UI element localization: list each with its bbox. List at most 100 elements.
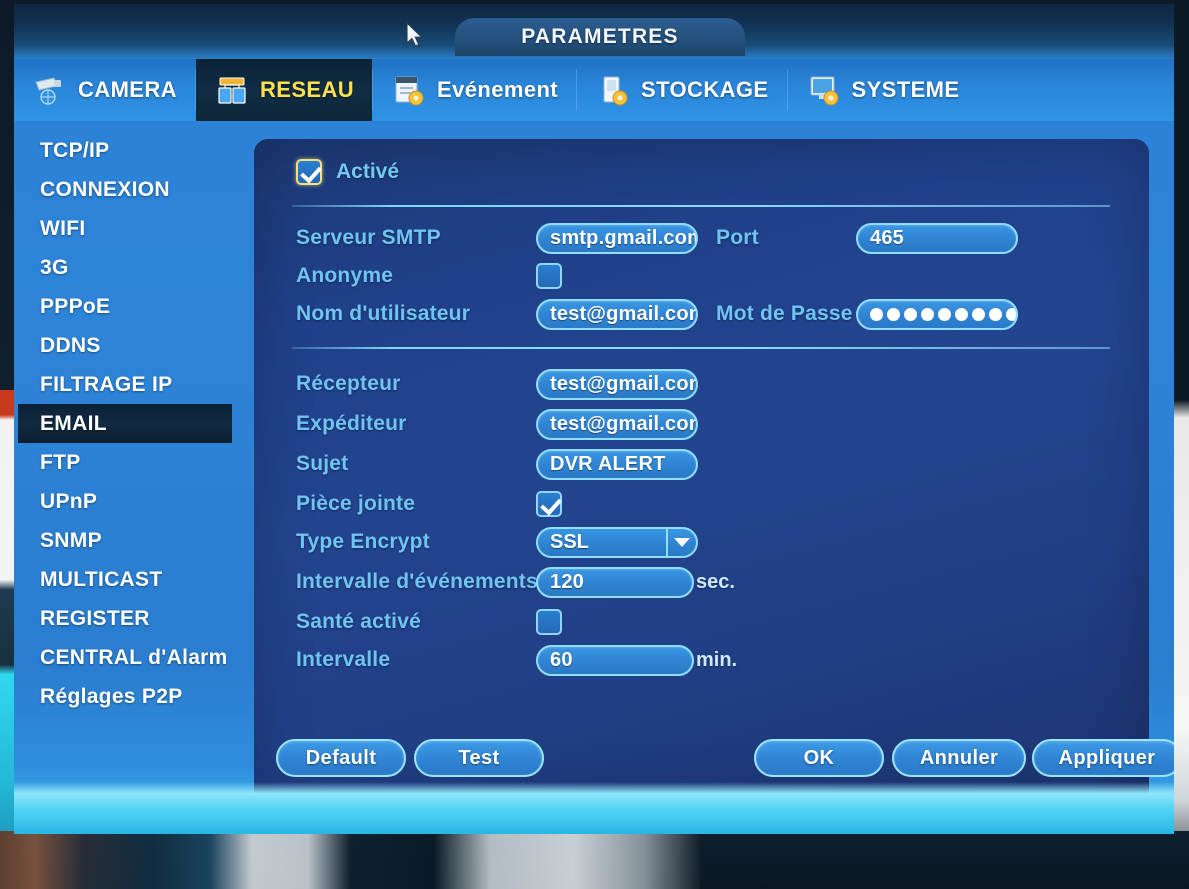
sidebar-item-label: SNMP (40, 528, 102, 552)
username-label: Nom d'utilisateur (296, 302, 471, 325)
apply-button-label: Appliquer (1058, 746, 1156, 769)
sidebar-item-ftp[interactable]: FTP (18, 443, 236, 482)
tab-camera[interactable]: CAMERA (14, 59, 195, 121)
apply-button[interactable]: Appliquer (1032, 739, 1174, 777)
event-interval-input[interactable]: 120 (536, 566, 694, 598)
page-title: PARAMETRES (455, 18, 745, 56)
sidebar-item-snmp[interactable]: SNMP (18, 521, 236, 560)
interval-input[interactable]: 60 (536, 644, 694, 676)
cancel-button[interactable]: Annuler (892, 739, 1026, 777)
receiver-input[interactable]: test@gmail.com (536, 368, 698, 400)
interval-value: 60 (550, 648, 573, 671)
subject-input[interactable]: DVR ALERT (536, 448, 698, 480)
health-enabled-row: Santé activé (296, 605, 562, 639)
test-button[interactable]: Test (414, 739, 544, 777)
enabled-label: Activé (336, 160, 400, 183)
tab-systeme-label: SYSTEME (851, 77, 960, 102)
sidebar-item-label: UPnP (40, 489, 98, 513)
event-interval-label: Intervalle d'événements (296, 570, 538, 593)
storage-icon (603, 76, 628, 106)
sidebar-item-upnp[interactable]: UPnP (18, 482, 236, 521)
subject-row: Sujet DVR ALERT (296, 447, 698, 481)
network-sidebar: TCP/IP CONNEXION WIFI 3G PPPoE DDNS FILT… (18, 121, 236, 821)
sidebar-item-3g[interactable]: 3G (18, 248, 236, 287)
anonymous-checkbox[interactable] (536, 263, 562, 289)
sidebar-item-reglages-p2p[interactable]: Réglages P2P (18, 677, 236, 716)
sidebar-item-label: REGISTER (40, 606, 150, 630)
test-button-label: Test (458, 746, 500, 769)
smtp-server-input[interactable]: smtp.gmail.com (536, 222, 698, 254)
smtp-server-row: Serveur SMTP smtp.gmail.com Port 465 (296, 221, 1018, 255)
sidebar-item-wifi[interactable]: WIFI (18, 209, 236, 248)
event-interval-value: 120 (550, 570, 584, 593)
page-title-label: PARAMETRES (521, 25, 679, 48)
default-button-label: Default (305, 746, 377, 769)
sidebar-item-label: MULTICAST (40, 567, 163, 591)
interval-label: Intervalle (296, 648, 391, 671)
subject-value: DVR ALERT (550, 452, 666, 475)
background-bottom-edge (0, 831, 1189, 889)
sidebar-item-label: Réglages P2P (40, 684, 183, 708)
port-label: Port (716, 226, 759, 249)
sidebar-item-ddns[interactable]: DDNS (18, 326, 236, 365)
tab-camera-label: CAMERA (78, 77, 177, 102)
camera-icon (35, 77, 61, 105)
sender-label: Expéditeur (296, 412, 407, 435)
username-value: test@gmail.com (550, 302, 698, 325)
screen-bottom-glow (14, 782, 1174, 834)
tab-reseau[interactable]: RESEAU (195, 59, 373, 121)
sidebar-item-connexion[interactable]: CONNEXION (18, 170, 236, 209)
encrypt-type-label: Type Encrypt (296, 530, 430, 553)
health-enabled-checkbox[interactable] (536, 609, 562, 635)
dvr-screen: PARAMETRES CAMERA RESEAU Evénement STOCK… (14, 4, 1174, 834)
sidebar-item-tcpip[interactable]: TCP/IP (18, 131, 236, 170)
port-value: 465 (870, 226, 904, 249)
sidebar-item-label: EMAIL (40, 411, 107, 435)
sidebar-item-central-alarme[interactable]: CENTRAL d'Alarm (18, 638, 236, 677)
anonymous-label: Anonyme (296, 264, 394, 287)
sidebar-item-pppoe[interactable]: PPPoE (18, 287, 236, 326)
encrypt-type-select[interactable]: SSL (536, 526, 698, 558)
port-input[interactable]: 465 (856, 222, 1018, 254)
sidebar-item-register[interactable]: REGISTER (18, 599, 236, 638)
chevron-down-icon[interactable] (666, 528, 696, 556)
anonymous-row: Anonyme (296, 259, 562, 293)
tab-stockage[interactable]: STOCKAGE (577, 59, 786, 121)
email-settings-panel: Activé Serveur SMTP smtp.gmail.com Port … (254, 139, 1174, 807)
tab-systeme[interactable]: SYSTEME (788, 59, 978, 121)
username-input[interactable]: test@gmail.com (536, 298, 698, 330)
username-row: Nom d'utilisateur test@gmail.com Mot de … (296, 297, 1018, 331)
event-interval-unit: sec. (696, 570, 735, 593)
network-icon (218, 77, 246, 104)
sidebar-item-filtrage-ip[interactable]: FILTRAGE IP (18, 365, 236, 404)
ok-button[interactable]: OK (754, 739, 884, 777)
ok-button-label: OK (803, 746, 835, 769)
system-icon (810, 76, 839, 106)
sidebar-item-label: PPPoE (40, 294, 111, 318)
sidebar-item-label: 3G (40, 255, 69, 279)
password-label: Mot de Passe (716, 302, 853, 325)
sidebar-item-label: DDNS (40, 333, 101, 357)
enabled-checkbox[interactable] (296, 159, 322, 185)
tab-evenement[interactable]: Evénement (373, 59, 576, 121)
mouse-pointer-icon (406, 22, 423, 47)
section-divider-middle (292, 347, 1110, 349)
sender-row: Expéditeur test@gmail.com (296, 407, 698, 441)
smtp-server-label: Serveur SMTP (296, 226, 441, 249)
password-input[interactable] (856, 298, 1018, 330)
receiver-label: Récepteur (296, 372, 401, 395)
sidebar-item-multicast[interactable]: MULTICAST (18, 560, 236, 599)
sender-input[interactable]: test@gmail.com (536, 408, 698, 440)
title-bar: PARAMETRES (14, 4, 1174, 59)
tab-reseau-label: RESEAU (259, 77, 355, 102)
default-button[interactable]: Default (276, 739, 406, 777)
tab-stockage-label: STOCKAGE (641, 77, 769, 102)
attachment-checkbox[interactable] (536, 491, 562, 517)
interval-row: Intervalle 60 min. (296, 643, 737, 677)
encrypt-type-value: SSL (550, 530, 589, 553)
sidebar-item-email[interactable]: EMAIL (18, 404, 232, 443)
sidebar-item-label: FILTRAGE IP (40, 372, 173, 396)
receiver-row: Récepteur test@gmail.com (296, 367, 698, 401)
sidebar-item-label: WIFI (40, 216, 86, 240)
password-masked-value (870, 307, 1016, 321)
